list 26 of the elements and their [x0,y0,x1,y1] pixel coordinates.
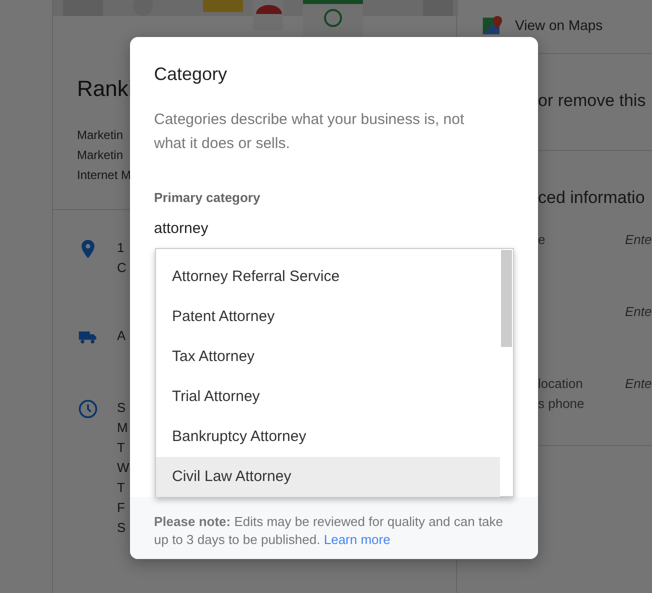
weekday-text: S [117,399,127,417]
address-text: C [117,259,126,277]
category-input[interactable]: attorney [154,214,354,244]
scrollbar-thumb[interactable] [501,250,512,347]
weekday-text: T [117,439,126,457]
address-text: 1 [117,239,126,257]
field-label: location [538,375,584,393]
category-text: Marketin [77,147,124,164]
section-title: ced informatio [537,186,646,208]
weekday-text: W [117,459,130,477]
note-text: Please note: Edits may be reviewed for quality and can take up to 3 days to be published. Learn more [154,513,504,549]
clock-icon [77,398,99,420]
weekday-text: T [117,479,126,497]
weekday-text: M [117,419,129,437]
map-pin-icon [481,14,503,36]
category-text: Internet M [77,167,132,184]
dialog-title: Category [154,63,228,86]
maps-link[interactable]: View on Maps [515,14,603,36]
field-label: Primary category [154,189,262,207]
weekday-text: S [117,519,127,537]
delivery-text: A [117,327,126,345]
field-label: e [538,231,546,249]
suggestion-item[interactable]: Civil Law Attorney [156,457,500,497]
field-label: s phone [538,395,586,413]
category-text: Marketin [77,127,124,144]
weekday-text: F [117,499,126,517]
